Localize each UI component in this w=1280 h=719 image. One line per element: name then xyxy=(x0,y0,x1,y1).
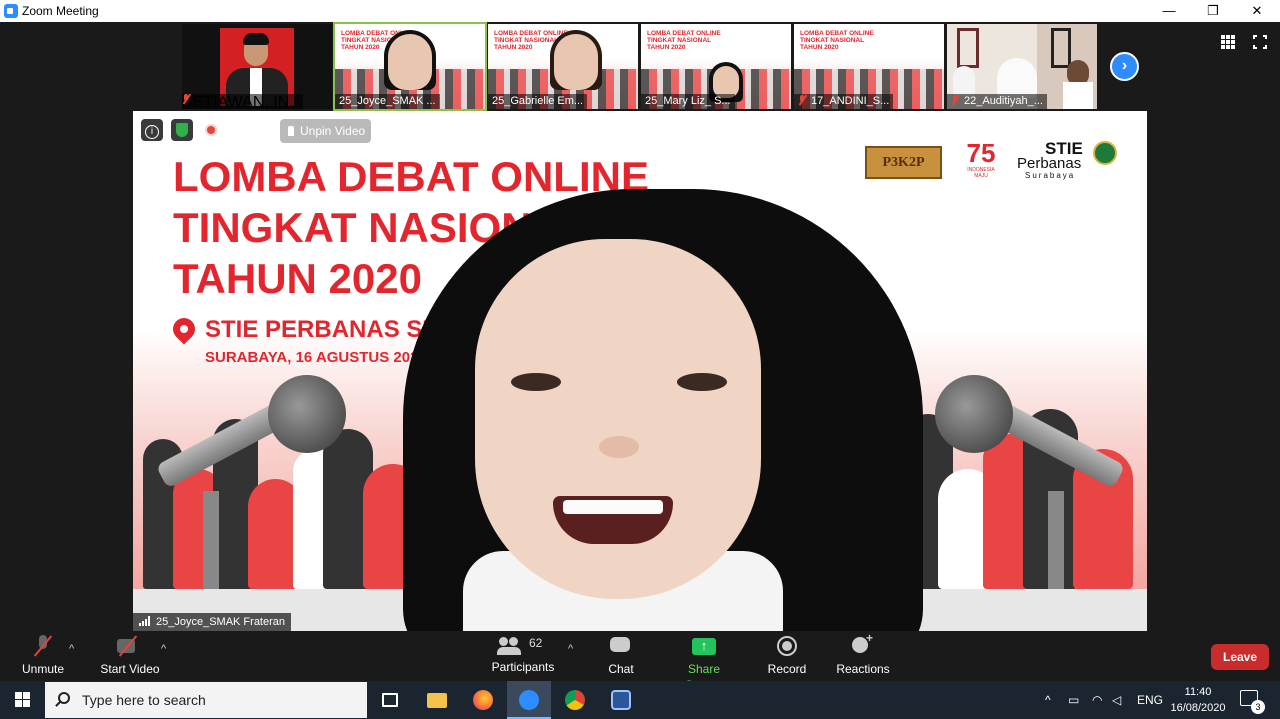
speaker-eye xyxy=(511,373,561,391)
mic-muted-icon xyxy=(951,95,960,105)
participant-name: 25_Gabrielle Em... xyxy=(488,94,588,109)
participant-name: 25_Mary Liz_ S... xyxy=(641,94,735,109)
task-view-icon[interactable] xyxy=(368,681,412,719)
mic-muted-icon xyxy=(36,635,50,659)
microphone-head xyxy=(268,375,346,453)
speaker-face xyxy=(475,239,761,599)
participants-icon xyxy=(497,635,527,657)
word-icon[interactable] xyxy=(599,681,643,719)
tray-overflow-icon[interactable]: ^ xyxy=(1045,681,1059,719)
participants-count: 62 xyxy=(529,636,543,650)
participants-options-caret-icon[interactable]: ^ xyxy=(568,643,573,655)
speaker-eye xyxy=(677,373,727,391)
zoom-app-icon xyxy=(4,4,18,18)
participant-name: SETIAWAN, IN... xyxy=(182,94,303,111)
security-shield-icon[interactable] xyxy=(171,119,193,141)
volume-icon[interactable]: ◁ xyxy=(1112,681,1128,719)
signal-strength-icon xyxy=(139,616,151,626)
fullscreen-icon[interactable] xyxy=(1252,34,1268,50)
recording-indicator-icon xyxy=(205,124,217,136)
chrome-icon[interactable] xyxy=(553,681,597,719)
window-title: Zoom Meeting xyxy=(22,4,99,18)
minimize-button[interactable]: — xyxy=(1146,0,1192,22)
search-icon xyxy=(58,692,70,704)
participant-thumbnail[interactable]: LOMBA DEBAT ONLINE TINGKAT NASIONAL TAHU… xyxy=(641,24,791,109)
speaker-mouth xyxy=(553,496,673,544)
slide-date: SURABAYA, 16 AGUSTUS 2020 xyxy=(205,349,427,366)
taskbar-search-input[interactable]: Type here to search xyxy=(45,682,367,718)
file-explorer-icon[interactable] xyxy=(415,681,459,719)
title-bar: Zoom Meeting — ❐ ✕ xyxy=(0,0,1280,22)
reactions-button[interactable]: Reactions xyxy=(836,631,890,677)
share-screen-icon xyxy=(692,635,716,659)
battery-icon[interactable]: ▭ xyxy=(1068,681,1084,719)
meeting-info-icon[interactable]: i xyxy=(141,119,163,141)
p3k2p-logo: P3K2P xyxy=(865,146,942,179)
reactions-icon xyxy=(851,631,875,659)
ri-75-logo: 75 INDONESIA MAJU xyxy=(966,138,996,179)
microphone-stand xyxy=(1048,491,1064,591)
participant-thumbnail[interactable]: LOMBA DEBAT ONLINE TINGKAT NASIONAL TAHU… xyxy=(794,24,944,109)
next-page-arrow-icon[interactable]: › xyxy=(1110,52,1139,81)
pin-icon xyxy=(288,126,294,136)
record-icon xyxy=(776,635,798,659)
speaker-nose xyxy=(599,436,639,458)
slide-title: LOMBA DEBAT ONLINE TINGKAT NASIONAL TAHU… xyxy=(800,30,874,51)
slide-title: LOMBA DEBAT ONLINE TINGKAT NASIONAL TAHU… xyxy=(647,30,721,51)
participant-thumbnail[interactable]: 22_Auditiyah_... xyxy=(947,24,1097,109)
input-language[interactable]: ENG xyxy=(1137,681,1163,719)
chat-button[interactable]: Chat xyxy=(600,635,642,677)
zoom-taskbar-icon[interactable] xyxy=(507,681,551,719)
stie-perbanas-logo: STIE Perbanas Surabaya xyxy=(1017,140,1117,185)
participant-thumbnail[interactable]: LOMBA DEBAT ONLINE TINGKAT NASIONAL TAHU… xyxy=(488,24,638,109)
unmute-button[interactable]: Unmute xyxy=(20,635,66,677)
participant-name: 25_Joyce_SMAK ... xyxy=(335,94,440,109)
microphone-stand xyxy=(203,491,219,591)
taskbar-clock[interactable]: 11:40 16/08/2020 xyxy=(1166,684,1230,716)
audio-options-caret-icon[interactable]: ^ xyxy=(69,643,74,655)
microphone-head xyxy=(935,375,1013,453)
mic-muted-icon xyxy=(798,95,807,105)
meeting-controls: Unmute ^ Start Video ^ 62 Participants ^… xyxy=(0,631,1280,692)
firefox-icon[interactable] xyxy=(461,681,505,719)
video-off-icon xyxy=(117,635,143,659)
participants-button[interactable]: 62 Participants xyxy=(490,635,556,675)
participant-thumbnail[interactable]: SETIAWAN, IN... xyxy=(182,24,332,111)
participant-thumbnail[interactable]: LOMBA DEBAT ONLINE TINGKAT NASIONAL TAHU… xyxy=(333,22,487,111)
windows-start-icon[interactable] xyxy=(0,681,44,719)
leave-button[interactable]: Leave xyxy=(1211,644,1269,670)
start-video-button[interactable]: Start Video xyxy=(100,635,160,677)
participant-name: 17_ANDINI_S... xyxy=(794,94,894,109)
participant-name: 22_Auditiyah_... xyxy=(947,94,1047,109)
gallery-view-icon[interactable] xyxy=(1221,35,1235,49)
restore-button[interactable]: ❐ xyxy=(1190,0,1236,22)
active-speaker-name: 25_Joyce_SMAK Frateran xyxy=(133,613,292,631)
main-video: LOMBA DEBAT ONLINE TINGKAT NASION TAHUN … xyxy=(133,111,1147,631)
unpin-video-button[interactable]: Unpin Video xyxy=(280,119,371,143)
chat-icon xyxy=(610,635,632,659)
video-options-caret-icon[interactable]: ^ xyxy=(161,643,166,655)
wifi-icon[interactable]: ◠ xyxy=(1092,681,1108,719)
notifications-count: 3 xyxy=(1251,700,1265,714)
record-button[interactable]: Record xyxy=(766,635,808,677)
close-button[interactable]: ✕ xyxy=(1234,0,1280,22)
